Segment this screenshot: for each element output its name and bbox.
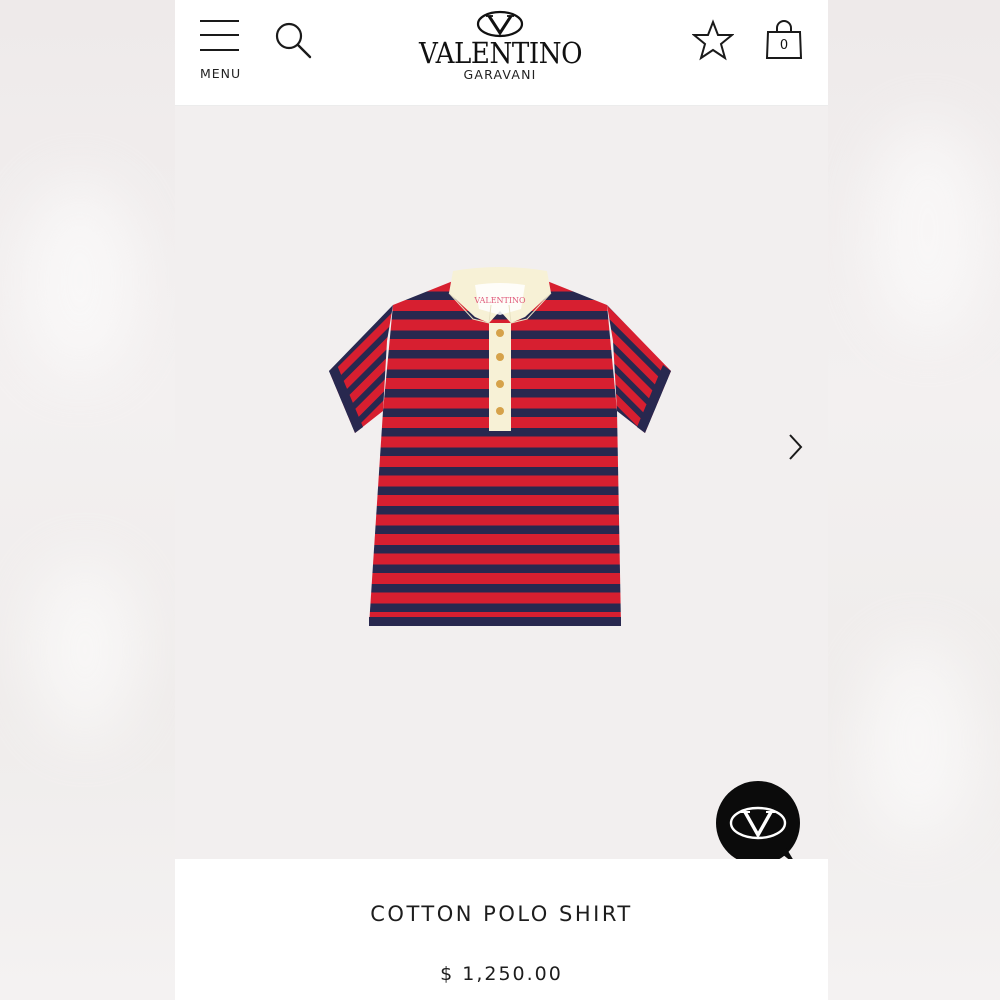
- brand-name: VALENTINO: [419, 36, 583, 70]
- chat-button[interactable]: [715, 780, 805, 870]
- product-gallery[interactable]: VALENTINO: [175, 106, 828, 866]
- vlogo-icon: [476, 10, 524, 38]
- product-name: COTTON POLO SHIRT: [370, 902, 633, 926]
- backdrop-right: [828, 0, 1000, 1000]
- next-image-button[interactable]: [783, 432, 807, 462]
- brand-subline: GARAVANI: [463, 67, 537, 82]
- brand-logo[interactable]: VALENTINO GARAVANI: [410, 10, 590, 94]
- bag-count: 0: [779, 38, 789, 53]
- product-image: VALENTINO: [329, 267, 671, 626]
- menu-label: MENU: [200, 66, 242, 81]
- search-icon: [275, 22, 312, 59]
- vlogo-chat-icon: [716, 781, 800, 866]
- search-button[interactable]: [273, 20, 313, 60]
- collar-label: VALENTINO: [473, 296, 526, 305]
- site-header: MENU VALENTINO GARAVANI 0: [175, 0, 828, 106]
- mobile-page: MENU VALENTINO GARAVANI 0 VALENTINO COTT…: [175, 0, 828, 1000]
- product-info: COTTON POLO SHIRT $ 1,250.00: [175, 859, 828, 1000]
- backdrop-left: [0, 0, 175, 1000]
- menu-button[interactable]: MENU: [200, 20, 240, 82]
- shopping-bag-button[interactable]: 0: [764, 20, 804, 62]
- product-price: $ 1,250.00: [440, 963, 563, 985]
- wishlist-button[interactable]: [691, 19, 735, 61]
- star-icon: [691, 19, 735, 61]
- chevron-right-icon: [789, 434, 803, 460]
